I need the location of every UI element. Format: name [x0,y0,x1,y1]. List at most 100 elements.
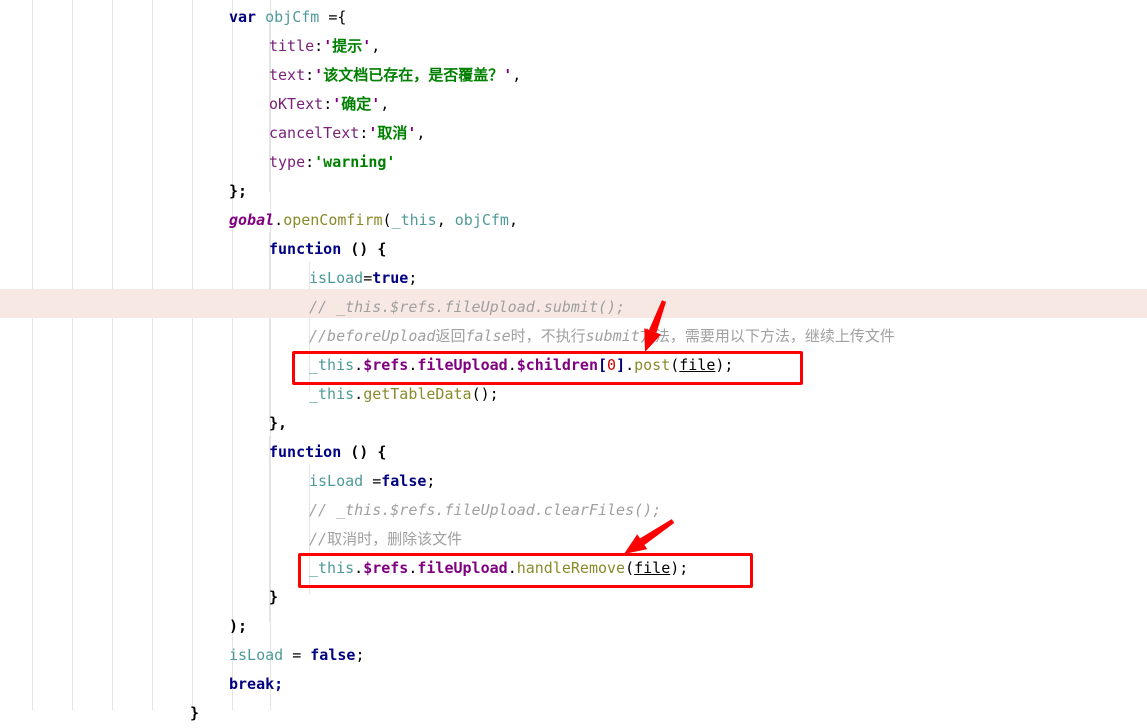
code-line-19[interactable]: //取消时，删除该文件 [0,525,1147,554]
code-token: (); [471,385,499,403]
code-token: ); [229,617,248,635]
code-token: objCfm [454,211,509,229]
code-token: () { [341,443,387,461]
code-editor-viewport[interactable]: var objCfm ={title:'提示', text:'该文档已存在，是否覆… [0,0,1147,722]
code-token: fileUpload [417,559,508,577]
code-token: . [354,559,364,577]
code-token: } [190,704,200,722]
code-token: text [269,66,306,84]
code-token: 0 [607,356,617,374]
code-line-7[interactable]: }; [0,177,1147,206]
code-token: _this [309,559,355,577]
code-token: = [283,646,311,664]
code-token: . [354,356,364,374]
code-token: : [305,66,315,84]
code-token: ( [625,559,635,577]
code-line-1[interactable]: var objCfm ={ [0,3,1147,32]
code-token: fileUpload [417,356,508,374]
code-line-13[interactable]: _this.$refs.fileUpload.$children[0].post… [0,351,1147,380]
code-line-3[interactable]: text:'该文档已存在，是否覆盖？', [0,61,1147,90]
code-token: }, [269,414,288,432]
code-line-15[interactable]: }, [0,409,1147,438]
code-token: gobal [229,211,275,229]
code-line-4[interactable]: oKText:'确定', [0,90,1147,119]
code-line-25[interactable]: } [0,699,1147,728]
code-token: ={ [319,8,347,26]
code-token: () { [341,240,387,258]
code-token: post [634,356,671,374]
code-line-11[interactable]: // _this.$refs.fileUpload.submit(); [0,293,1147,322]
code-token: //beforeUpload [309,327,436,345]
code-line-12[interactable]: //beforeUpload返回false时，不执行submit方法，需要用以下… [0,322,1147,351]
code-token: submit [585,327,640,345]
code-token: [ [598,356,608,374]
code-line-6[interactable]: type:'warning' [0,148,1147,177]
code-token: _this [391,211,437,229]
code-line-22[interactable]: ); [0,612,1147,641]
code-token: 返回 [435,327,466,345]
code-line-18[interactable]: // _this.$refs.fileUpload.clearFiles(); [0,496,1147,525]
code-token: , [380,95,390,113]
code-token: true [372,269,409,287]
code-line-14[interactable]: _this.getTableData(); [0,380,1147,409]
code-token: ( [382,211,392,229]
code-line-8[interactable]: gobal.openComfirm(_this, objCfm, [0,206,1147,235]
code-token: openComfirm [283,211,383,229]
code-token: false [381,472,427,490]
code-token: . [507,356,517,374]
code-line-2[interactable]: title:'提示', [0,32,1147,61]
code-token: title [269,37,315,55]
code-line-20[interactable]: _this.$refs.fileUpload.handleRemove(file… [0,554,1147,583]
code-token: cancelText [269,124,360,142]
code-token: false [310,646,356,664]
code-line-21[interactable]: } [0,583,1147,612]
code-line-5[interactable]: cancelText:'取消', [0,119,1147,148]
code-token: function [269,443,342,461]
code-token: ; [408,269,418,287]
code-line-16[interactable]: function () { [0,438,1147,467]
code-text-layer[interactable]: var objCfm ={title:'提示', text:'该文档已存在，是否覆… [0,0,1147,722]
code-token: ' [371,95,381,113]
code-token: : [314,37,324,55]
code-token: false [465,327,511,345]
code-token: break; [229,675,284,693]
code-line-9[interactable]: function () { [0,235,1147,264]
code-token: 取消 [377,124,408,142]
code-token: ' [323,37,333,55]
code-token: = [363,472,382,490]
code-line-23[interactable]: isLoad = false; [0,641,1147,670]
code-token: // _this.$refs.fileUpload.clearFiles(); [309,501,662,519]
code-token: , [512,66,522,84]
code-token: $children [516,356,598,374]
code-token: _this [309,385,355,403]
code-line-17[interactable]: isLoad =false; [0,467,1147,496]
code-line-10[interactable]: isLoad=true; [0,264,1147,293]
code-token: function [269,240,342,258]
code-token: ); [670,559,689,577]
code-token: 方法，需要用以下方法，继续上传文件 [639,327,895,345]
code-token: ] [616,356,626,374]
code-token: 提示 [332,37,363,55]
code-token: ; [426,472,436,490]
code-token: ( [670,356,680,374]
code-token: : [359,124,369,142]
code-token: handleRemove [516,559,626,577]
code-token: : [305,153,315,171]
code-token: ); [715,356,734,374]
code-line-24[interactable]: break; [0,670,1147,699]
code-token: $refs [363,356,409,374]
code-token: // [309,530,328,548]
code-token: file [634,559,671,577]
code-token: . [274,211,284,229]
code-token: getTableData [363,385,472,403]
code-token: isLoad [309,472,364,490]
code-token: , [416,124,426,142]
code-token: ; [355,646,365,664]
code-token: 取消时，删除该文件 [327,530,463,548]
code-token: . [354,385,364,403]
code-token: _this [309,356,355,374]
code-token: 确定 [341,95,372,113]
code-token: ' [362,37,372,55]
code-token: . [625,356,635,374]
